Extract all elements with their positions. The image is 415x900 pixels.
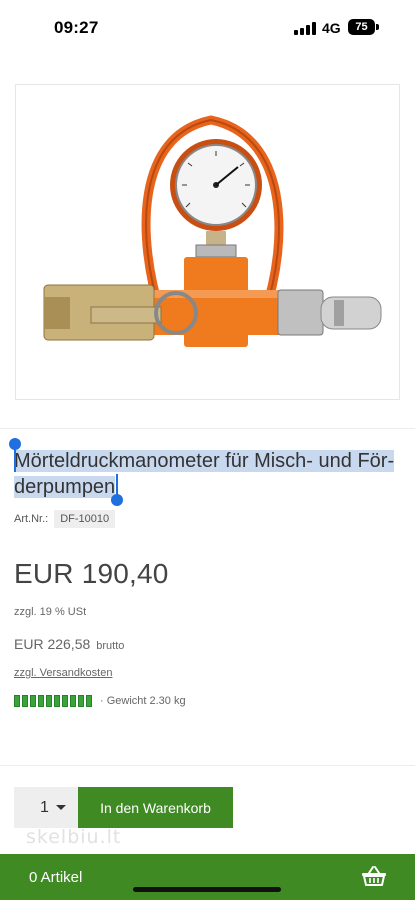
battery-icon: 75 [348,19,375,35]
product-title[interactable]: Mörteldruckmanometer für Misch- und För-… [14,448,406,500]
shipping-costs-link[interactable]: zzgl. Versandkosten [14,667,112,679]
brutto-price-value: EUR 226,58 [14,636,91,652]
article-number-value: DF-10010 [54,510,116,528]
title-line-2: derpumpen [14,476,116,498]
brutto-label: brutto [96,640,125,652]
stock-bar [38,695,44,707]
stock-bar [62,695,68,707]
divider [0,428,415,429]
watermark: skelbiu.lt [26,826,121,848]
divider [0,765,415,766]
battery-tip [376,24,379,30]
watermark-text: skelbiu.lt [26,826,122,848]
article-number-label: Art.Nr.: [14,513,49,525]
product-price: EUR 190,40 [14,558,169,589]
stock-bar [70,695,76,707]
signal-icon [294,22,316,35]
stock-level-indicator [14,695,92,707]
stock-bar [46,695,52,707]
selection-end-handle[interactable] [111,494,123,506]
network-type: 4G [322,20,341,36]
tax-note: zzgl. 19 % USt [14,606,87,618]
basket-icon[interactable] [361,865,387,887]
stock-bar [54,695,60,707]
stock-bar [86,695,92,707]
quantity-value: 1 [40,799,49,816]
article-number: Art.Nr.: DF-10010 [14,510,116,528]
stock-bar [14,695,20,707]
title-line-1: Mörteldruckmanometer für Misch- und För- [14,450,395,472]
stock-bar [30,695,36,707]
add-to-cart-button[interactable]: In den Warenkorb [78,787,233,828]
stock-weight-row: · Gewicht 2.30 kg [14,695,186,707]
cart-count: 0 Artikel [29,869,83,886]
brutto-price: EUR 226,58 brutto [14,636,124,652]
chevron-down-icon [56,805,66,810]
selection-start-stem [14,446,16,472]
manometer-illustration [43,115,382,347]
status-time: 09:27 [54,18,99,37]
product-title-block[interactable]: Mörteldruckmanometer für Misch- und För-… [14,448,406,500]
bottom-cart-bar[interactable]: 0 Artikel [0,854,415,900]
product-image[interactable] [15,84,400,400]
weight-info: · Gewicht 2.30 kg [100,695,186,707]
home-indicator[interactable] [133,887,281,892]
status-bar: 09:27 4G 75 [0,0,415,56]
stock-bar [78,695,84,707]
quantity-select[interactable]: 1 [14,787,78,828]
stock-bar [22,695,28,707]
